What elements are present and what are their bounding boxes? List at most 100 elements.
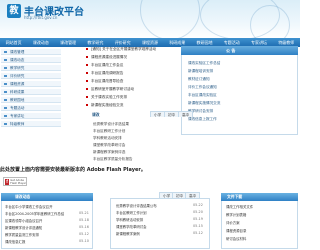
nav-item[interactable]: 科研成果 — [169, 40, 185, 46]
news-panel-date: 05-18 — [79, 218, 89, 222]
flash-badge-line2: Flash Player — [10, 181, 26, 185]
news-item-text: 丰台区课改调研报告 — [91, 71, 124, 75]
news-panel-date: 05-16 — [79, 225, 89, 229]
tab-middle[interactable]: 初中 — [164, 111, 180, 117]
news-panel-title: 课改动态 — [15, 194, 31, 199]
bullet-icon — [4, 59, 7, 61]
resource-item[interactable]: 丰台区教研工作计划 — [116, 210, 147, 215]
news-panel-item[interactable]: 丰台区2004-2005学年度教研工作总结 — [5, 211, 64, 216]
flash-badge-text: Get Adobe Flash Player — [10, 179, 26, 185]
news-item[interactable]: 新课程实施经验交流 — [86, 102, 176, 109]
nav-item[interactable]: 教学研究 — [87, 40, 103, 46]
nav-item[interactable]: 课改管理 — [60, 40, 76, 46]
nav-item[interactable]: 特级教师 — [278, 40, 294, 46]
tab-high[interactable]: 高中 — [178, 111, 194, 117]
list-item[interactable]: 课堂教学改革研讨会 — [93, 142, 179, 148]
flash-player-icon: f — [5, 178, 10, 185]
sidebar-item-label: 专题活动 — [10, 106, 25, 110]
sidebar-item[interactable]: 课程资源 — [1, 81, 61, 87]
resource-item[interactable]: 新课程教学案例 — [116, 231, 140, 236]
news-item[interactable]: 课程资源建设进展情况 — [86, 54, 176, 61]
news-panel-item[interactable]: 新课程教学设计评选通知 — [5, 225, 42, 230]
news-item-text: 丰台区课改工作会议 — [91, 63, 124, 67]
tab-primary[interactable]: 小学 — [150, 111, 166, 117]
notice-item[interactable]: 新课程培训安排 — [188, 69, 213, 74]
nav-item[interactable]: 课程资源 — [142, 40, 158, 46]
news-item[interactable]: 丰台区课改工作会议 — [86, 62, 176, 69]
list-item[interactable]: 丰台区教研工作计划 — [93, 128, 179, 134]
news-panel-item[interactable]: 丰台区中小学课改工作会议召开 — [5, 204, 52, 209]
download-item[interactable]: 评价方案 — [226, 220, 240, 225]
news-item-text: 课程资源建设进展情况 — [91, 55, 127, 59]
nav-item[interactable]: 评价研究 — [115, 40, 131, 46]
nav-item[interactable]: 课改动态 — [33, 40, 49, 46]
bullet-icon — [4, 99, 7, 101]
sidebar-item[interactable]: 专题活动 — [1, 105, 61, 111]
notice-item[interactable]: 课改信息上报工作 — [188, 117, 217, 122]
notice-item[interactable]: 教材征订通知 — [188, 77, 210, 82]
decorative-swirl — [140, 0, 200, 38]
news-panel-item[interactable]: 教学质量监测工作安排 — [5, 232, 39, 237]
nav-item[interactable]: 专家讲坛 — [251, 40, 267, 46]
news-panel-date: 05-12 — [79, 232, 89, 236]
news-panel-date: 05-10 — [79, 239, 89, 243]
bullet-icon — [4, 123, 7, 125]
sidebar-item[interactable]: 教研园地 — [1, 97, 61, 103]
sidebar-item-label: 教研园地 — [10, 98, 25, 102]
notice-item[interactable]: 新课程实施情况交流 — [188, 101, 220, 106]
news-item-text: 新课程实施经验交流 — [91, 103, 124, 107]
site-logo-icon[interactable]: 教 — [7, 4, 21, 18]
nav-item[interactable]: 教研园地 — [196, 40, 212, 46]
list-item[interactable]: 新课程教学案例评选 — [93, 149, 179, 155]
sidebar-item[interactable]: 课改管理 — [1, 49, 61, 55]
resource-item[interactable]: 课堂教学改革研讨会 — [116, 224, 147, 229]
site-url: http://ftkt.gov.cn — [24, 15, 58, 20]
sidebar-item[interactable]: 教学研究 — [1, 65, 61, 71]
download-item[interactable]: 课改工作相关文件 — [226, 204, 253, 209]
list-item[interactable]: 优秀教学设计评选结果 — [93, 121, 179, 127]
resource-item[interactable]: 学科教研活动安排 — [116, 217, 143, 222]
sidebar-item[interactable]: 专家讲坛 — [1, 113, 61, 119]
list-item[interactable]: 丰台区教学质量分析报告 — [93, 156, 179, 162]
download-item[interactable]: 研讨会议材料 — [226, 236, 246, 241]
sidebar-item[interactable]: 科研成果 — [1, 89, 61, 95]
download-item[interactable]: 课程资源目录 — [226, 228, 246, 233]
nav-item[interactable]: 专题活动 — [224, 40, 240, 46]
news-item[interactable]: 丰台区课改调研报告 — [86, 70, 176, 77]
bullet-icon — [4, 83, 7, 85]
bullet-icon — [4, 115, 7, 117]
bullet-icon — [86, 56, 88, 58]
news-item[interactable]: 丰台区课改督导检查 — [86, 78, 176, 85]
bullet-icon — [86, 72, 88, 74]
news-item[interactable]: 区教研室开展教学研讨活动 — [86, 86, 176, 93]
news-panel-item[interactable]: 课改信息汇报 — [5, 239, 25, 244]
notice-item[interactable]: 评价工作会议通知 — [188, 85, 217, 90]
resource-date: 05-15 — [193, 224, 203, 228]
notice-title: 公 告 — [226, 48, 236, 53]
resource-date: 05-19 — [193, 217, 203, 221]
sidebar-item-label: 教学研究 — [10, 66, 25, 70]
news-item-text: 关于课改实验工作安排 — [91, 95, 127, 99]
notice-item[interactable]: 丰台区课改实验区 — [188, 93, 217, 98]
news-item-text: [通知] 关于在全区开展课堂教学观摩活动 — [91, 47, 157, 51]
section-label: 课改 — [92, 112, 100, 117]
resource-item[interactable]: 优秀教学设计评选结果公布 — [116, 203, 157, 208]
sidebar-item[interactable]: 特级教师 — [1, 121, 61, 127]
news-item[interactable]: 关于课改实验工作安排 — [86, 94, 176, 101]
bullet-icon — [86, 80, 88, 82]
sidebar: 课改管理 课改动态 教学研究 评价研究 课程资源 科研成果 教研园地 专题活动 … — [1, 49, 61, 137]
bullet-icon — [4, 75, 7, 77]
sidebar-item[interactable]: 课改动态 — [1, 57, 61, 63]
nav-item[interactable]: 网站首页 — [6, 40, 22, 46]
sidebar-item[interactable]: 评价研究 — [1, 73, 61, 79]
bullet-icon — [86, 96, 88, 98]
news-item[interactable]: [通知] 关于在全区开展课堂教学观摩活动 — [86, 46, 176, 53]
news-panel-item[interactable]: 区课改领导小组会议召开 — [5, 218, 42, 223]
resource-date: 05-12 — [193, 231, 203, 235]
sidebar-item-label: 课改管理 — [10, 50, 25, 54]
download-item[interactable]: 教学计划表格 — [226, 212, 246, 217]
list-item[interactable]: 学科教研活动安排 — [93, 135, 179, 141]
notice-item[interactable]: 课改实验区工作总结 — [188, 61, 220, 66]
bullet-icon — [86, 104, 88, 106]
get-flash-button[interactable]: f Get Adobe Flash Player — [3, 177, 27, 186]
